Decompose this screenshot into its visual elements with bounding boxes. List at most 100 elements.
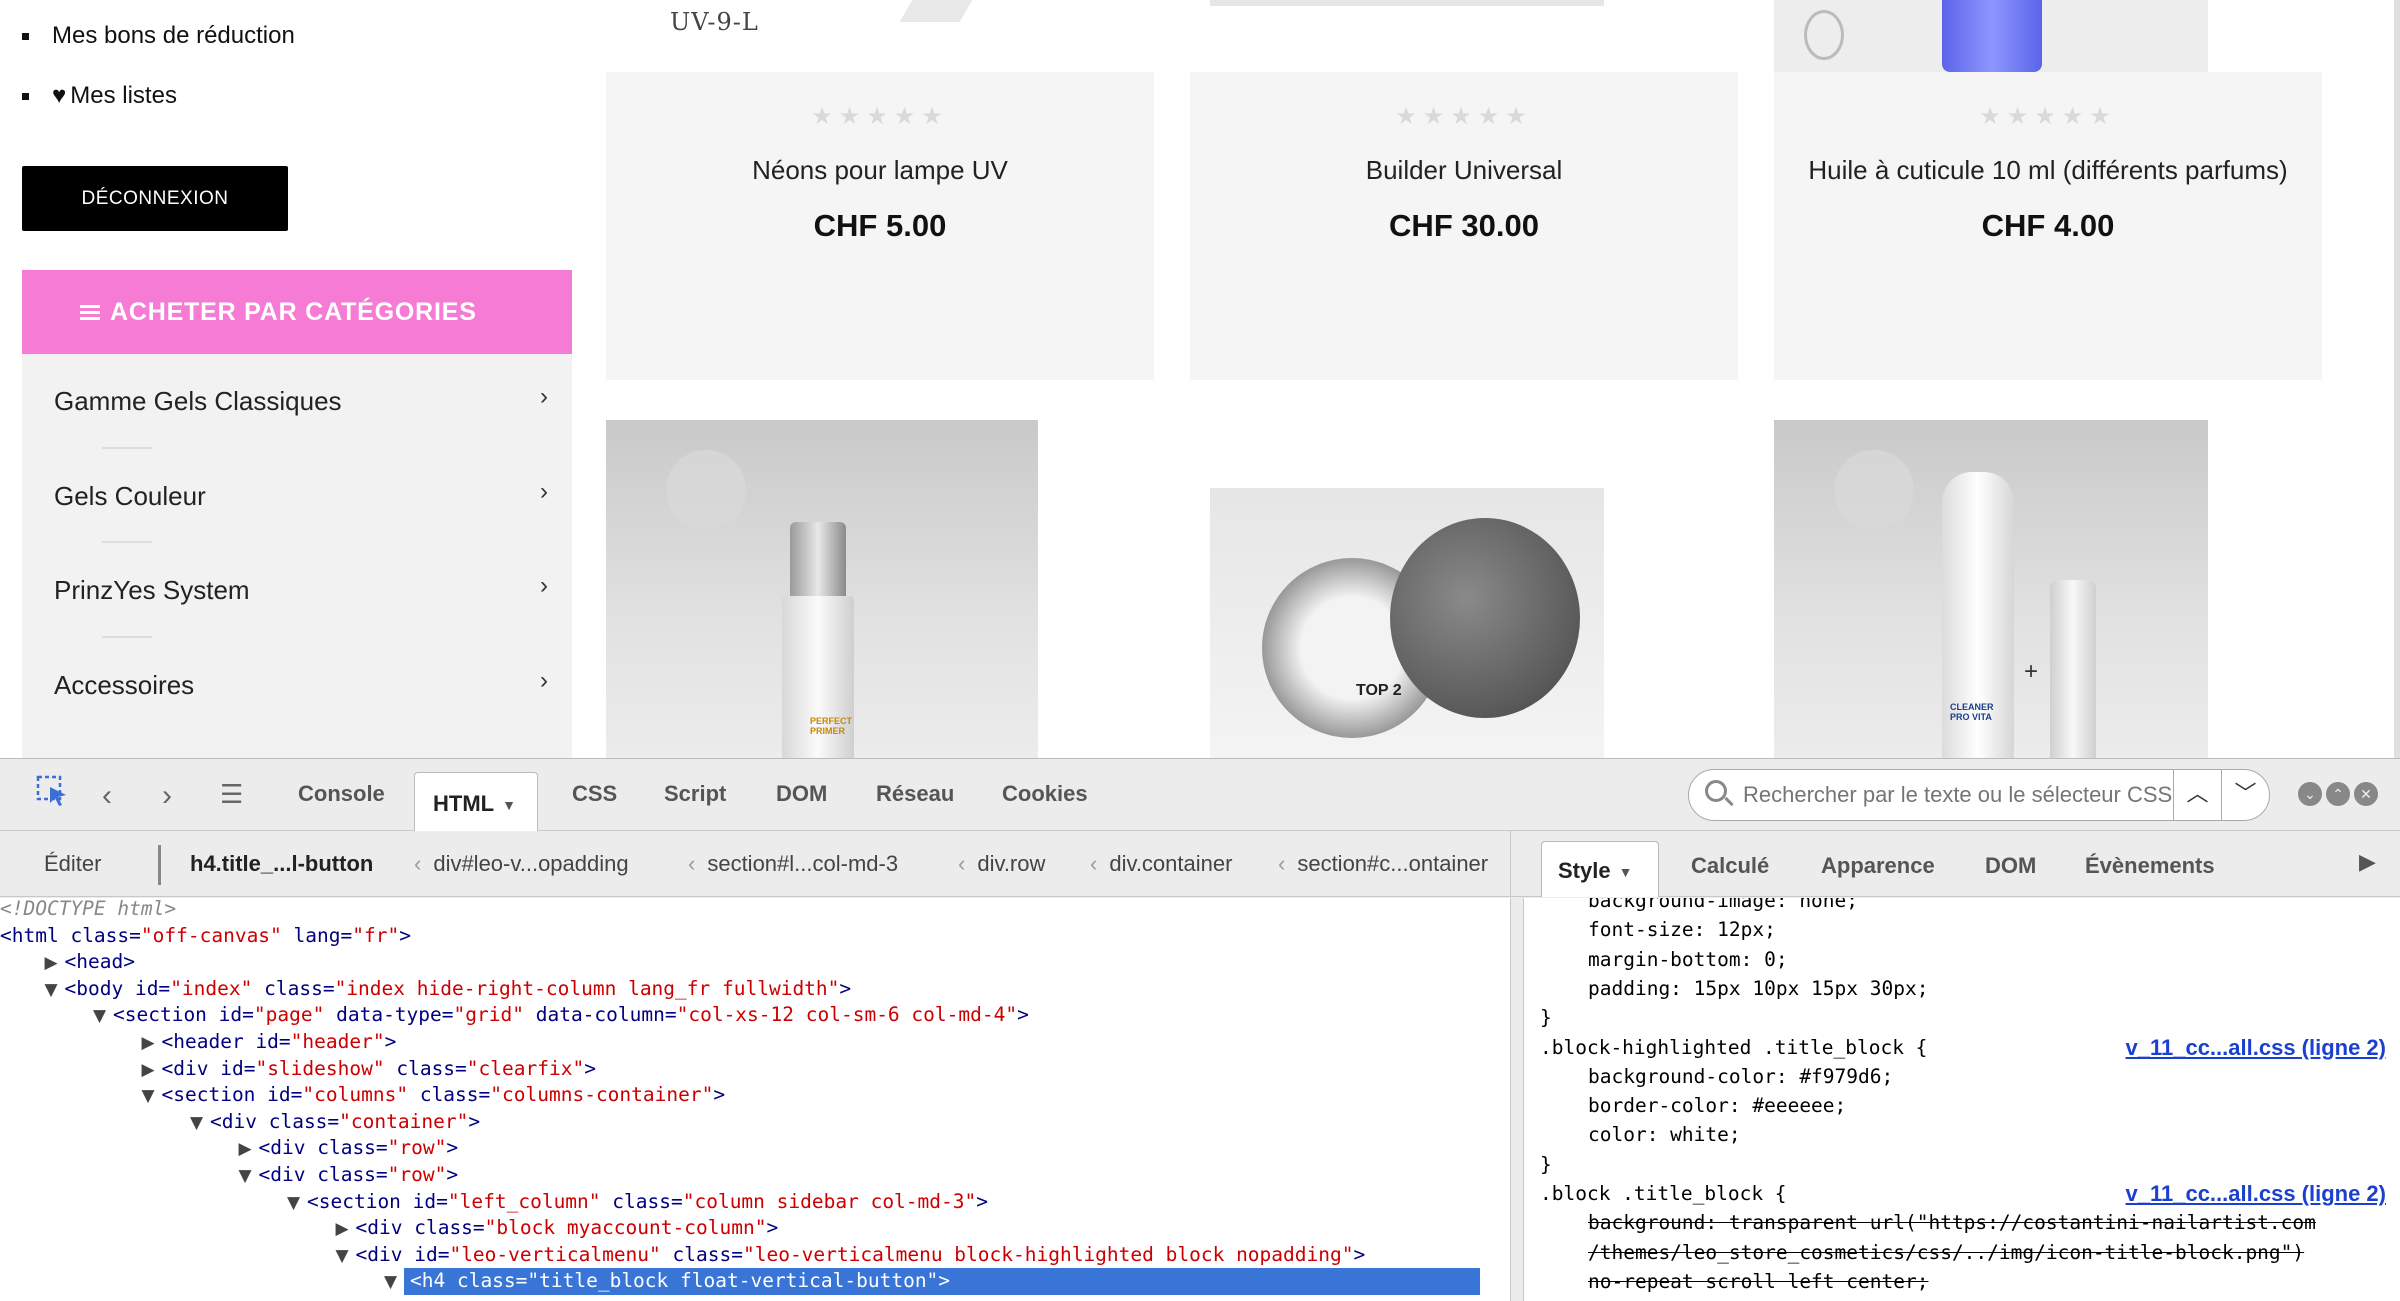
minimize-icon[interactable]: ⌄ xyxy=(2298,782,2322,806)
expand-icon[interactable]: ▶ xyxy=(336,1216,356,1243)
tab-events[interactable]: Évènements xyxy=(2085,853,2215,879)
breadcrumb: Éditer h4.title_...l-button ‹ div#leo-v..… xyxy=(0,831,1510,897)
account-item-vouchers[interactable]: Mes bons de réduction xyxy=(22,18,295,78)
panel-splitter[interactable] xyxy=(1510,898,1524,1301)
html-tree-node[interactable]: ▼ <section id="left_column" class="column… xyxy=(287,1189,988,1216)
tab-console[interactable]: Console xyxy=(298,781,385,807)
collapse-icon[interactable]: ▼ xyxy=(384,1269,404,1296)
html-tree-node[interactable]: ▼ <section id="columns" class="columns-co… xyxy=(142,1082,726,1109)
product-card[interactable]: ★★★★★ Builder Universal CHF 30.00 xyxy=(1190,72,1738,380)
expand-icon[interactable]: ▶ xyxy=(142,1030,162,1057)
expand-icon[interactable]: ▶ xyxy=(239,1136,259,1163)
play-icon[interactable]: ▶ xyxy=(2359,849,2376,875)
product-image-gel-jar[interactable]: TOP 2 xyxy=(1210,488,1604,758)
html-tree-node[interactable]: ▶ <head> xyxy=(45,949,135,976)
breadcrumb-item[interactable]: div.container xyxy=(1109,851,1232,876)
product-card[interactable]: ★★★★★ Néons pour lampe UV CHF 5.00 xyxy=(606,72,1154,380)
account-item-lists[interactable]: ♥ Mes listes xyxy=(22,78,295,138)
html-tree-node[interactable]: ▼ <div class="container"> xyxy=(190,1109,480,1136)
css-source-link[interactable]: v_11_cc...all.css (ligne 2) xyxy=(2126,1035,2387,1061)
forward-icon[interactable]: › xyxy=(162,779,172,813)
back-icon[interactable]: ‹ xyxy=(102,779,112,813)
css-rule-line[interactable]: border-color: #eeeeee; xyxy=(1588,1091,1846,1120)
breadcrumb-item[interactable]: div.row xyxy=(977,851,1045,876)
bottle-shape xyxy=(1942,0,2042,72)
category-item-accessoires[interactable]: Accessoires › xyxy=(22,638,572,733)
product-image-cuticle-oil[interactable] xyxy=(1774,0,2208,72)
product-image-uv-lamp[interactable]: UV-9-L xyxy=(606,0,1038,36)
expand-icon[interactable]: ▶ xyxy=(45,950,65,977)
html-tree-node[interactable]: <!DOCTYPE html> xyxy=(0,898,176,923)
detach-icon[interactable]: ⌃ xyxy=(2326,782,2350,806)
product-image-builder[interactable] xyxy=(1210,0,1604,6)
tab-side-dom[interactable]: DOM xyxy=(1985,853,2036,879)
collapse-icon[interactable]: ▼ xyxy=(239,1163,259,1190)
tab-computed[interactable]: Calculé xyxy=(1691,853,1769,879)
css-rule-line[interactable]: padding: 15px 10px 15px 30px; xyxy=(1588,974,1928,1003)
breadcrumb-item[interactable]: h4.title_...l-button xyxy=(190,851,373,877)
search-input[interactable] xyxy=(1743,782,2183,808)
collapse-icon[interactable]: ▼ xyxy=(142,1083,162,1110)
css-rule-line: .block-highlighted .title_block { xyxy=(1540,1035,1928,1059)
collapse-icon[interactable]: ▼ xyxy=(45,977,65,1004)
html-tree-node[interactable]: ▶ <div id="slideshow" class="clearfix"> xyxy=(142,1056,596,1083)
css-rule-line[interactable]: background-image: none; xyxy=(1588,898,1858,915)
html-tree-node[interactable]: <html class="off-canvas" lang="fr"> xyxy=(0,923,411,950)
css-rule-line[interactable]: margin-bottom: 0; xyxy=(1588,945,1788,974)
html-tree-node[interactable]: ▼ <h4 class="title_block float-vertical-b… xyxy=(384,1268,1480,1295)
product-card[interactable]: ★★★★★ Huile à cuticule 10 ml (différents… xyxy=(1774,72,2322,380)
css-rule-line[interactable]: no-repeat scroll left center; xyxy=(1588,1267,1928,1296)
tab-layout[interactable]: Apparence xyxy=(1821,853,1935,879)
category-label: PrinzYes System xyxy=(54,575,250,605)
html-tree-node[interactable]: ▼ <section id="page" data-type="grid" dat… xyxy=(93,1002,1029,1029)
tab-network[interactable]: Réseau xyxy=(876,781,954,807)
css-rule-line[interactable]: color: white; xyxy=(1588,1120,1741,1149)
collapse-icon[interactable]: ▼ xyxy=(190,1110,210,1137)
category-item-gels-classiques[interactable]: Gamme Gels Classiques › xyxy=(22,354,572,449)
html-tree-node[interactable]: ▼ <div class="row"> xyxy=(239,1162,459,1189)
tab-dom[interactable]: DOM xyxy=(776,781,827,807)
close-icon[interactable]: ✕ xyxy=(2354,782,2378,806)
category-menu-header[interactable]: ACHETER PAR CATÉGORIES xyxy=(22,270,572,354)
product-image-cleaner[interactable]: + CLEANER PRO VITA xyxy=(1774,420,2208,758)
inspect-element-icon[interactable] xyxy=(36,775,70,817)
category-item-gels-couleur[interactable]: Gels Couleur › xyxy=(22,449,572,543)
collapse-icon[interactable]: ▼ xyxy=(287,1190,307,1217)
html-tree-node[interactable]: ▶ <header id="header"> xyxy=(142,1029,397,1056)
html-tree-node[interactable]: ▼ <body id="index" class="index hide-righ… xyxy=(45,976,852,1003)
css-rule-line[interactable]: /themes/leo_store_cosmetics/css/../img/i… xyxy=(1588,1238,2304,1267)
category-item-prinzyes[interactable]: PrinzYes System › xyxy=(22,543,572,638)
tab-cookies[interactable]: Cookies xyxy=(1002,781,1088,807)
edit-button[interactable]: Éditer xyxy=(44,851,101,877)
chevron-left-icon: ‹ xyxy=(688,851,696,876)
breadcrumb-item[interactable]: section#l...col-md-3 xyxy=(707,851,898,876)
expand-icon[interactable]: ▶ xyxy=(142,1057,162,1084)
page-scrollbar[interactable] xyxy=(2394,0,2400,758)
chevron-right-icon: › xyxy=(540,383,548,410)
html-tree-node[interactable]: ▶ <div class="block myaccount-column"> xyxy=(336,1215,779,1242)
css-rule-line[interactable]: font-size: 12px; xyxy=(1588,915,1776,944)
breadcrumb-item[interactable]: section#c...ontainer xyxy=(1297,851,1488,876)
html-tree-node[interactable]: ▶ <div class="row"> xyxy=(239,1135,459,1162)
product-image-primer[interactable]: PERFECT PRIMER xyxy=(606,420,1038,758)
product-name[interactable]: Builder Universal xyxy=(1190,155,1738,186)
tab-script[interactable]: Script xyxy=(664,781,726,807)
collapse-icon[interactable]: ▼ xyxy=(93,1003,113,1030)
logout-button[interactable]: DÉCONNEXION xyxy=(22,166,288,231)
search-next-button[interactable]: ﹀ xyxy=(2221,770,2269,820)
tab-html[interactable]: HTML ▼ xyxy=(414,772,538,832)
html-tree-node[interactable]: ▼ <div id="leo-verticalmenu" class="leo-v… xyxy=(336,1242,1366,1269)
product-name[interactable]: Néons pour lampe UV xyxy=(606,155,1154,186)
collapse-icon[interactable]: ▼ xyxy=(336,1243,356,1270)
account-menu: Mes bons de réduction ♥ Mes listes xyxy=(22,18,295,138)
css-rule-line[interactable]: background-color: #f979d6; xyxy=(1588,1062,1893,1091)
search-previous-button[interactable]: ︿ xyxy=(2173,770,2221,820)
tab-style[interactable]: Style ▼ xyxy=(1541,841,1659,897)
category-label: Gels Couleur xyxy=(54,480,206,511)
css-source-link[interactable]: v_11_cc...all.css (ligne 2) xyxy=(2126,1181,2387,1207)
product-name[interactable]: Huile à cuticule 10 ml (différents parfu… xyxy=(1774,155,2322,186)
css-rule-line[interactable]: background: transparent url("https://cos… xyxy=(1588,1208,2316,1237)
tab-css[interactable]: CSS xyxy=(572,781,617,807)
breadcrumb-item[interactable]: div#leo-v...opadding xyxy=(433,851,628,876)
command-line-icon[interactable]: ☰ xyxy=(220,779,243,810)
